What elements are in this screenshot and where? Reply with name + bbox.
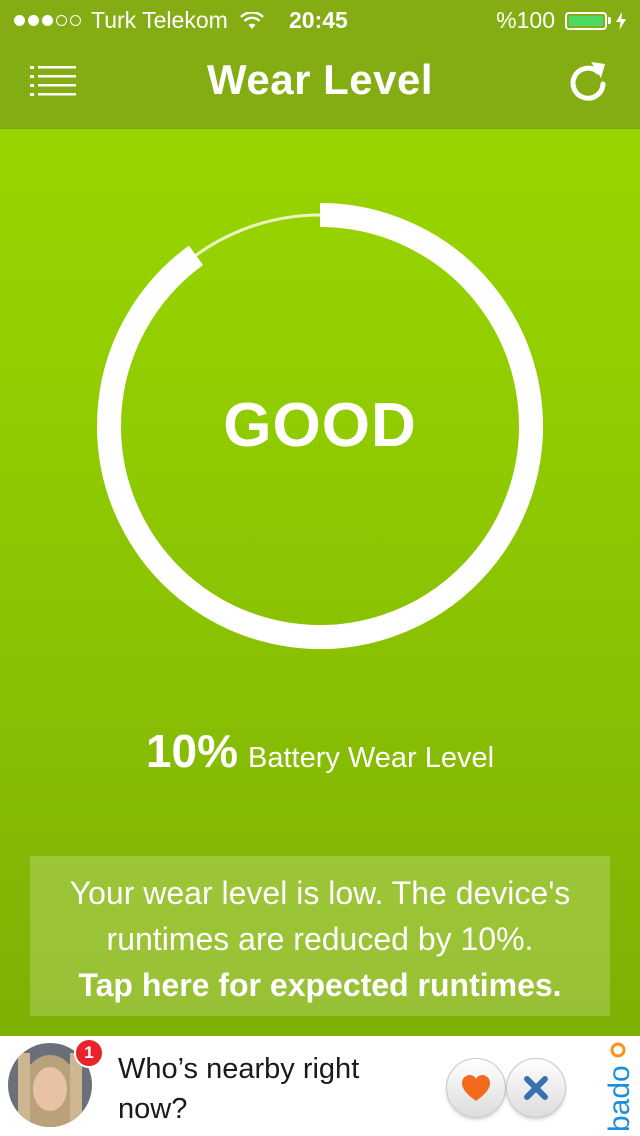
page-title: Wear Level — [206, 56, 433, 103]
heart-icon — [462, 1075, 490, 1101]
charging-bolt-icon — [616, 11, 626, 30]
battery-percent: %100 — [496, 7, 555, 33]
carrier-name: Turk Telekom — [91, 7, 228, 33]
wear-status-label: GOOD — [223, 391, 417, 460]
wear-summary: 10% Battery Wear Level — [0, 724, 640, 778]
wear-percent: 10% — [145, 725, 238, 777]
signal-dot — [42, 15, 53, 26]
refresh-icon — [570, 62, 606, 101]
refresh-button[interactable] — [565, 58, 611, 104]
status-time: 20:45 — [289, 7, 348, 33]
signal-dot-empty — [70, 15, 81, 26]
status-bar: Turk Telekom 20:45 %100 — [0, 0, 640, 40]
expected-runtimes-link[interactable]: Tap here for expected runtimes. — [30, 962, 610, 1008]
wear-label: Battery Wear Level — [248, 742, 495, 774]
dislike-button[interactable] — [506, 1058, 566, 1118]
info-text-line-1: Your wear level is low. The device's — [69, 875, 571, 911]
notification-badge: 1 — [74, 1038, 104, 1068]
wifi-icon — [239, 11, 264, 29]
status-right: %100 — [496, 7, 626, 34]
status-left: Turk Telekom — [14, 7, 264, 34]
like-button[interactable] — [446, 1058, 506, 1118]
ad-headline[interactable]: Who’s nearby right now? — [118, 1049, 418, 1129]
signal-dot — [14, 15, 25, 26]
signal-dot — [28, 15, 39, 26]
svg-text:bado: bado — [603, 1065, 636, 1132]
signal-dot-empty — [56, 15, 67, 26]
battery-icon — [565, 11, 607, 30]
x-icon — [524, 1076, 548, 1100]
info-text-line-2: runtimes are reduced by 10%. — [106, 921, 534, 957]
battery-tip — [608, 17, 611, 24]
expected-runtimes-panel[interactable]: Your wear level is low. The device's run… — [30, 856, 610, 1016]
badoo-logo[interactable]: bado — [600, 1040, 636, 1132]
